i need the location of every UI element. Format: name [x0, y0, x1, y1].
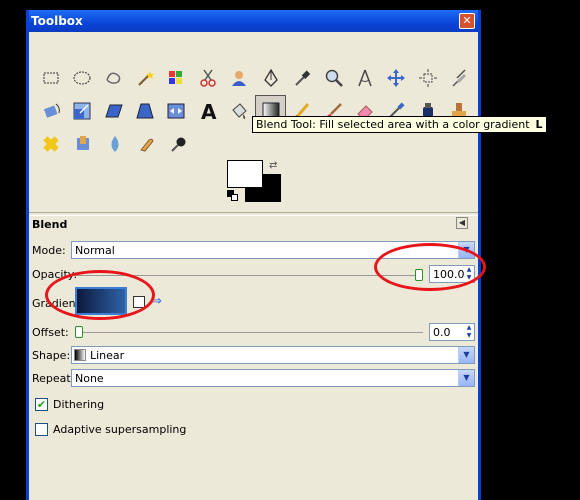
color-select-tool-icon[interactable]: [161, 62, 192, 94]
window-title: Toolbox: [31, 14, 83, 28]
mode-label: Mode:: [32, 244, 66, 257]
adaptive-supersampling-checkbox[interactable]: [35, 423, 48, 436]
text-tool-icon[interactable]: A: [192, 95, 223, 127]
chevron-down-icon: ▼: [458, 347, 474, 363]
dithering-label: Dithering: [53, 398, 105, 411]
move-tool-icon[interactable]: [381, 62, 412, 94]
panel-menu-icon[interactable]: ◀: [456, 217, 468, 229]
tool-tooltip: Blend Tool: Fill selected area with a co…: [252, 116, 547, 133]
adaptive-supersampling-label: Adaptive supersampling: [53, 423, 187, 436]
offset-label: Offset:: [32, 326, 69, 339]
heal-tool-icon[interactable]: [35, 128, 67, 160]
close-button[interactable]: ✕: [459, 13, 475, 29]
zoom-tool-icon[interactable]: [318, 62, 349, 94]
crop-tool-icon[interactable]: [443, 62, 474, 94]
smudge-tool-icon[interactable]: [131, 128, 163, 160]
panel-title: Blend: [32, 218, 68, 231]
default-colors-icon[interactable]: [227, 190, 239, 202]
free-select-tool-icon[interactable]: [98, 62, 129, 94]
shape-combo[interactable]: Linear ▼: [71, 346, 475, 364]
repeat-value: None: [75, 372, 104, 385]
repeat-combo[interactable]: None ▼: [71, 369, 475, 387]
gradient-highlight-circle: [45, 270, 155, 320]
scissors-tool-icon[interactable]: [192, 62, 223, 94]
tool-row-1: [35, 62, 475, 95]
scale-tool-icon[interactable]: [66, 95, 97, 127]
shape-value: Linear: [90, 349, 125, 362]
align-tool-icon[interactable]: [412, 62, 443, 94]
foreground-color-swatch[interactable]: [227, 160, 263, 188]
chevron-down-icon: ▼: [458, 370, 474, 386]
measure-tool-icon[interactable]: [349, 62, 380, 94]
svg-text:A: A: [201, 101, 217, 121]
mode-value: Normal: [75, 244, 115, 257]
paths-tool-icon[interactable]: [255, 62, 286, 94]
panel-divider: [29, 212, 478, 216]
opacity-highlight-circle: [374, 243, 486, 291]
blur-tool-icon[interactable]: [99, 128, 131, 160]
tooltip-text: Blend Tool: Fill selected area with a co…: [256, 118, 530, 131]
linear-shape-icon: [74, 349, 86, 361]
spin-down-icon[interactable]: ▼: [464, 332, 474, 340]
offset-slider[interactable]: [79, 332, 423, 333]
perspective-tool-icon[interactable]: [129, 95, 160, 127]
shape-label: Shape:: [32, 349, 71, 362]
offset-value: 0.0: [433, 326, 451, 339]
dithering-checkbox[interactable]: ✔: [35, 398, 48, 411]
swap-colors-icon[interactable]: ⇄: [269, 160, 277, 171]
rotate-tool-icon[interactable]: [35, 95, 66, 127]
fuzzy-select-tool-icon[interactable]: [129, 62, 160, 94]
color-picker-tool-icon[interactable]: [286, 62, 317, 94]
tooltip-shortcut: L: [535, 118, 543, 131]
perspective-clone-tool-icon[interactable]: [67, 128, 99, 160]
foreground-select-tool-icon[interactable]: [224, 62, 255, 94]
repeat-label: Repeat:: [32, 372, 75, 385]
fg-bg-color-area: ⇄: [227, 160, 287, 206]
rect-select-tool-icon[interactable]: [35, 62, 66, 94]
offset-spinbox[interactable]: 0.0 ▲ ▼: [429, 323, 475, 341]
spin-up-icon[interactable]: ▲: [464, 324, 474, 332]
shear-tool-icon[interactable]: [98, 95, 129, 127]
dodge-burn-tool-icon[interactable]: [163, 128, 195, 160]
bucket-fill-tool-icon[interactable]: [224, 95, 255, 127]
title-bar: Toolbox ✕: [29, 10, 478, 32]
ellipse-select-tool-icon[interactable]: [66, 62, 97, 94]
offset-slider-handle[interactable]: [75, 326, 83, 338]
tool-grid: A: [35, 62, 475, 161]
flip-tool-icon[interactable]: [161, 95, 192, 127]
